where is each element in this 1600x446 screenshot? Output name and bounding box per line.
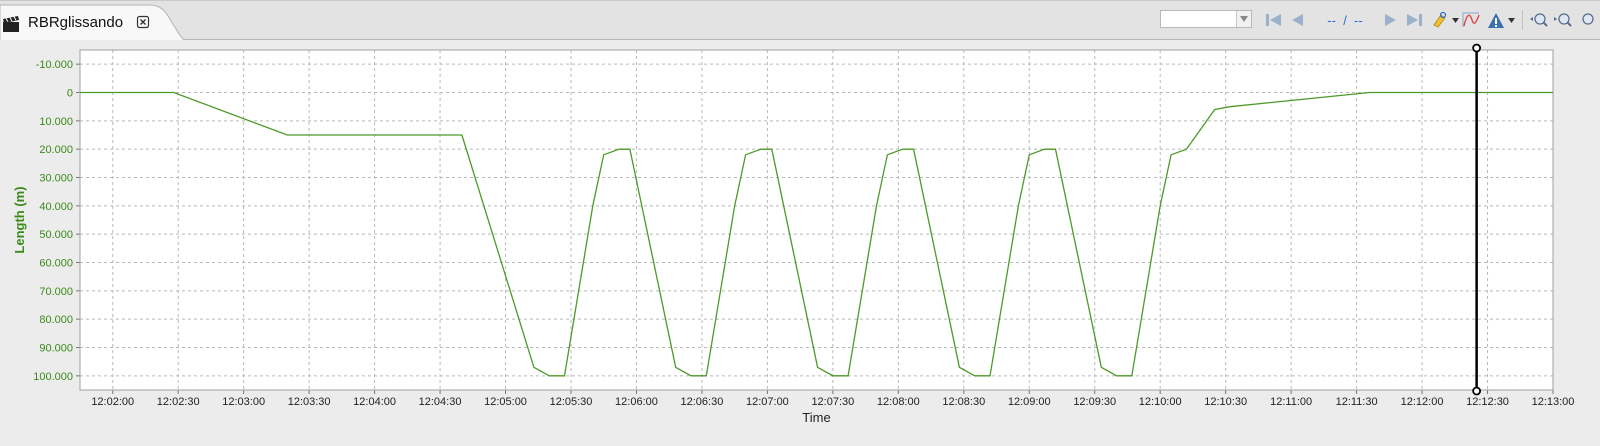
chart-panel: -10.000 0 10.000 20.000 30.000 40.000 50.000 60… bbox=[0, 40, 1600, 446]
first-icon[interactable] bbox=[1264, 7, 1284, 33]
tab-rbrglissando[interactable]: RBRglissando bbox=[0, 3, 186, 41]
position-separator: / bbox=[1343, 12, 1347, 28]
x-axis-ticks: 12:02:00 12:02:30 12:03:00 12:03:30 12:04:00… bbox=[91, 390, 1574, 408]
warning-icon[interactable] bbox=[1486, 7, 1506, 33]
view-select[interactable] bbox=[1160, 10, 1252, 28]
x-tick-label: 12:03:00 bbox=[222, 396, 265, 408]
x-tick-label: 12:08:30 bbox=[942, 396, 985, 408]
marker-icon[interactable] bbox=[1430, 7, 1450, 33]
x-tick-label: 12:07:30 bbox=[811, 396, 854, 408]
x-tick-label: 12:06:00 bbox=[615, 396, 658, 408]
x-tick-label: 12:09:00 bbox=[1008, 396, 1051, 408]
cursor-bottom-handle[interactable] bbox=[1472, 386, 1482, 396]
y-axis-ticks: -10.000 0 10.000 20.000 30.000 40.000 50.000 60… bbox=[33, 59, 80, 383]
current-position: -- bbox=[1327, 12, 1336, 28]
x-tick-label: 12:13:00 bbox=[1532, 396, 1575, 408]
y-tick-label: 40.000 bbox=[39, 201, 73, 213]
chevron-down-icon[interactable] bbox=[1506, 7, 1516, 33]
x-tick-label: 12:10:00 bbox=[1139, 396, 1182, 408]
toolbar-separator bbox=[1522, 10, 1525, 30]
y-tick-label: -10.000 bbox=[36, 59, 73, 71]
total-positions: -- bbox=[1354, 12, 1363, 28]
x-tick-label: 12:09:30 bbox=[1073, 396, 1116, 408]
close-icon[interactable] bbox=[136, 15, 150, 29]
chevron-down-icon[interactable] bbox=[1450, 7, 1460, 33]
last-icon[interactable] bbox=[1404, 7, 1424, 33]
x-tick-label: 12:03:30 bbox=[288, 396, 331, 408]
x-tick-label: 12:02:00 bbox=[91, 396, 134, 408]
next-icon[interactable] bbox=[1380, 7, 1400, 33]
y-tick-label: 20.000 bbox=[39, 144, 73, 156]
curve-icon[interactable] bbox=[1460, 7, 1482, 33]
chart-toolbar: -- / -- bbox=[1160, 7, 1600, 35]
y-tick-label: 10.000 bbox=[39, 116, 73, 128]
length-time-chart[interactable]: -10.000 0 10.000 20.000 30.000 40.000 50.000 60… bbox=[0, 40, 1600, 446]
cursor-top-handle[interactable] bbox=[1472, 43, 1482, 53]
y-tick-label: 80.000 bbox=[39, 314, 73, 326]
zoom-in-icon[interactable] bbox=[1528, 7, 1550, 33]
editor-tab-bar: RBRglissando -- / -- bbox=[0, 0, 1600, 41]
x-tick-label: 12:11:00 bbox=[1270, 396, 1312, 408]
x-tick-label: 12:10:30 bbox=[1204, 396, 1247, 408]
y-tick-label: 0 bbox=[67, 88, 73, 100]
y-axis-label: Length (m) bbox=[12, 186, 27, 253]
x-tick-label: 12:07:00 bbox=[746, 396, 789, 408]
x-tick-label: 12:08:00 bbox=[877, 396, 920, 408]
tab-title: RBRglissando bbox=[28, 14, 124, 31]
x-tick-label: 12:04:00 bbox=[353, 396, 396, 408]
y-tick-label: 100.000 bbox=[33, 371, 73, 383]
x-tick-label: 12:02:30 bbox=[157, 396, 200, 408]
position-indicator: -- / -- bbox=[1312, 7, 1378, 33]
y-tick-label: 90.000 bbox=[39, 343, 73, 355]
x-tick-label: 12:12:30 bbox=[1466, 396, 1509, 408]
x-tick-label: 12:05:30 bbox=[550, 396, 593, 408]
zoom-reset-icon[interactable] bbox=[1576, 7, 1598, 33]
x-tick-label: 12:05:00 bbox=[484, 396, 527, 408]
previous-icon[interactable] bbox=[1288, 7, 1308, 33]
x-tick-label: 12:11:30 bbox=[1336, 396, 1378, 408]
y-tick-label: 60.000 bbox=[39, 258, 73, 270]
clapperboard-icon bbox=[3, 16, 19, 32]
y-tick-label: 70.000 bbox=[39, 286, 73, 298]
x-tick-label: 12:12:00 bbox=[1401, 396, 1444, 408]
chevron-down-icon[interactable] bbox=[1236, 11, 1251, 27]
x-tick-label: 12:04:30 bbox=[419, 396, 462, 408]
y-tick-label: 50.000 bbox=[39, 229, 73, 241]
x-axis-label: Time bbox=[802, 410, 830, 425]
x-tick-label: 12:06:30 bbox=[681, 396, 724, 408]
plot-area[interactable] bbox=[80, 50, 1553, 390]
y-tick-label: 30.000 bbox=[39, 173, 73, 185]
zoom-out-icon[interactable] bbox=[1552, 7, 1574, 33]
